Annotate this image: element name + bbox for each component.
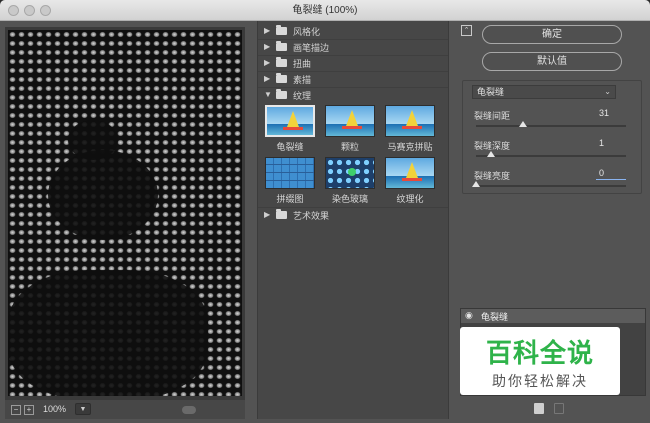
category-sketch[interactable]: ▶ 素描 xyxy=(262,72,446,86)
filter-thumb-stained-glass[interactable]: 染色玻璃 xyxy=(322,155,378,205)
thumb-label: 马赛克拼贴 xyxy=(387,142,433,152)
crack-brightness-slider[interactable] xyxy=(476,185,626,187)
zoom-in-button[interactable]: + xyxy=(24,405,34,415)
filter-select-value: 龟裂缝 xyxy=(477,87,505,97)
param-label: 裂缝间距 xyxy=(474,111,511,121)
layer-name: 龟裂缝 xyxy=(481,312,509,322)
category-distort[interactable]: ▶ 扭曲 xyxy=(262,56,446,70)
minimize-window-button[interactable] xyxy=(24,5,35,16)
chevron-down-icon: ⌄ xyxy=(604,87,611,96)
thumb-label: 颗粒 xyxy=(340,142,359,152)
close-window-button[interactable] xyxy=(8,5,19,16)
preview-pane: − + 100% ▼ xyxy=(5,27,245,419)
trash-icon[interactable] xyxy=(554,403,564,414)
new-layer-icon[interactable] xyxy=(534,403,544,414)
preview-footer: − + 100% ▼ xyxy=(5,400,245,419)
preview-shadow-shape xyxy=(68,120,118,160)
thumbnail-image xyxy=(265,157,315,189)
preview-image[interactable] xyxy=(8,30,242,396)
thumb-label: 染色玻璃 xyxy=(331,194,368,204)
category-brush-strokes[interactable]: ▶ 画笔描边 xyxy=(262,40,446,54)
chevron-right-icon: ▶ xyxy=(264,210,271,219)
thumb-label: 拼缀图 xyxy=(276,194,304,204)
zoom-dropdown[interactable]: ▼ xyxy=(75,403,91,415)
crack-spacing-slider[interactable] xyxy=(476,125,626,127)
category-label: 画笔描边 xyxy=(293,43,330,53)
window-title: 龟裂缝 (100%) xyxy=(292,5,358,16)
chevron-up-icon: ⌃ xyxy=(463,27,470,34)
thumbnail-image xyxy=(265,105,315,137)
watermark-logo: 百科全说 助你轻松解决 xyxy=(460,327,620,395)
effect-layer-row[interactable]: ◉ 龟裂缝 xyxy=(461,309,645,323)
crack-depth-slider[interactable] xyxy=(476,155,626,157)
thumbnail-image xyxy=(325,157,375,189)
folder-open-icon xyxy=(276,89,287,99)
category-label: 艺术效果 xyxy=(293,211,330,221)
filter-thumb-craquelure[interactable]: 龟裂缝 xyxy=(262,103,318,153)
chevron-right-icon: ▶ xyxy=(264,42,271,51)
slider-thumb[interactable] xyxy=(472,181,480,187)
folder-icon xyxy=(276,57,287,67)
folder-icon xyxy=(276,209,287,219)
filter-thumb-grain[interactable]: 颗粒 xyxy=(322,103,378,153)
thumbnail-image xyxy=(385,157,435,189)
thumbnail-image xyxy=(385,105,435,137)
default-button[interactable]: 默认值 xyxy=(482,52,622,71)
category-label: 扭曲 xyxy=(293,59,312,69)
category-label: 素描 xyxy=(293,75,312,85)
chevron-right-icon: ▶ xyxy=(264,58,271,67)
thumb-label: 纹理化 xyxy=(396,194,424,204)
chevron-down-icon: ▼ xyxy=(79,406,87,413)
preview-shadow-shape xyxy=(48,150,158,240)
title-bar: 龟裂缝 (100%) xyxy=(0,0,650,21)
crack-brightness-input[interactable]: 0 xyxy=(596,167,626,180)
chevron-right-icon: ▶ xyxy=(264,26,271,35)
crack-depth-input[interactable]: 1 xyxy=(596,137,626,150)
category-label: 风格化 xyxy=(293,27,321,37)
filter-select[interactable]: 龟裂缝 ⌄ xyxy=(472,85,616,99)
filter-thumb-patchwork[interactable]: 拼缀图 xyxy=(262,155,318,205)
slider-thumb[interactable] xyxy=(518,121,527,127)
crack-spacing-input[interactable]: 31 xyxy=(596,107,626,120)
folder-icon xyxy=(276,25,287,35)
collapse-gallery-button[interactable]: ⌃ xyxy=(461,25,472,36)
watermark-subtitle: 助你轻松解决 xyxy=(492,373,588,389)
zoom-level: 100% xyxy=(43,404,67,414)
slider-thumb[interactable] xyxy=(487,151,495,157)
category-stylize[interactable]: ▶ 风格化 xyxy=(262,24,446,38)
filter-gallery-window: 龟裂缝 (100%) − + 100% ▼ ▶ 风格化 ▶ 画笔描边 ▶ 扭曲 … xyxy=(0,0,650,423)
ok-button[interactable]: 确定 xyxy=(482,25,622,44)
folder-icon xyxy=(276,41,287,51)
chevron-right-icon: ▶ xyxy=(264,74,271,83)
eye-icon[interactable]: ◉ xyxy=(465,311,475,320)
preview-scroll-thumb[interactable] xyxy=(182,406,196,414)
zoom-window-button[interactable] xyxy=(40,5,51,16)
folder-icon xyxy=(276,73,287,83)
zoom-out-button[interactable]: − xyxy=(11,405,21,415)
filter-thumb-texturizer[interactable]: 纹理化 xyxy=(382,155,438,205)
thumb-label: 龟裂缝 xyxy=(276,142,304,152)
category-artistic[interactable]: ▶ 艺术效果 xyxy=(262,208,446,222)
preview-shadow-shape xyxy=(8,270,208,396)
watermark-title: 百科全说 xyxy=(485,339,594,369)
chevron-down-icon: ▼ xyxy=(264,90,272,99)
thumbnail-image xyxy=(325,105,375,137)
filter-gallery: ▶ 风格化 ▶ 画笔描边 ▶ 扭曲 ▶ 素描 ▼ 纹理 龟裂缝 颗粒 马赛克拼贴… xyxy=(257,21,449,419)
filter-thumb-mosaic-tiles[interactable]: 马赛克拼贴 xyxy=(382,103,438,153)
category-texture[interactable]: ▼ 纹理 xyxy=(262,88,446,102)
category-label: 纹理 xyxy=(293,91,312,101)
